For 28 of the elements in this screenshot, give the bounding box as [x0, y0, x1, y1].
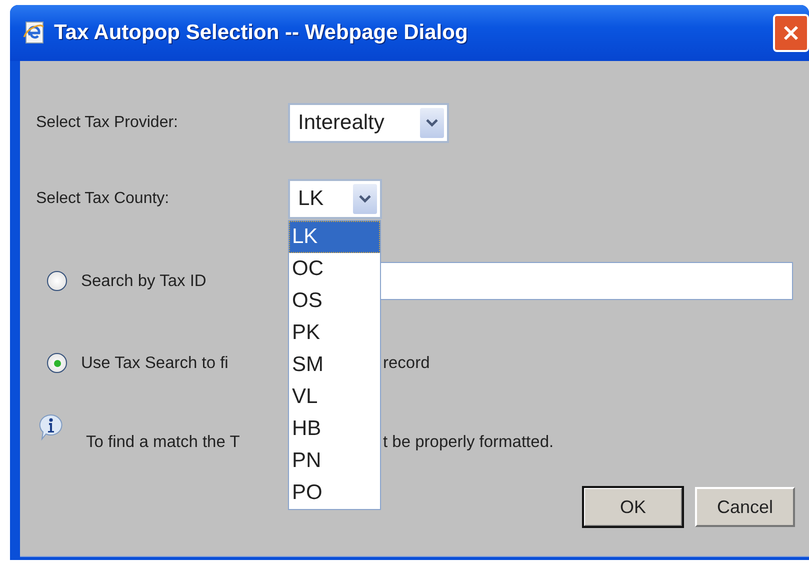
- list-item[interactable]: OS: [289, 285, 380, 317]
- county-dropdown[interactable]: LK: [288, 179, 382, 219]
- list-item[interactable]: LK: [289, 221, 380, 253]
- browser-icon: [22, 21, 46, 45]
- option-label: Use Tax Search to fi: [81, 354, 228, 372]
- caret-icon: [426, 119, 438, 127]
- list-item[interactable]: PK: [289, 317, 380, 349]
- list-item[interactable]: PN: [289, 445, 380, 477]
- radio-button[interactable]: [47, 271, 67, 291]
- list-item[interactable]: HB: [289, 413, 380, 445]
- dialog-button[interactable]: OK: [583, 487, 683, 527]
- field-label: Select Tax County:: [35, 189, 170, 209]
- list-item[interactable]: VL: [289, 381, 380, 413]
- option-label: Search by Tax ID: [81, 272, 206, 290]
- window-title: Tax Autopop Selection -- Webpage Dialog: [54, 21, 469, 45]
- dialog-button[interactable]: Cancel: [695, 487, 795, 527]
- option-label: record: [383, 354, 430, 372]
- provider-dropdown[interactable]: Interealty: [288, 103, 449, 143]
- close-button[interactable]: [773, 14, 809, 52]
- info-text: t be properly formatted.: [383, 433, 554, 452]
- caret-icon: [359, 195, 371, 203]
- list-item[interactable]: OC: [289, 253, 380, 285]
- list-item[interactable]: SM: [289, 349, 380, 381]
- info-icon: [38, 413, 64, 441]
- list-item[interactable]: PO: [289, 477, 380, 509]
- radio-button[interactable]: [47, 353, 67, 373]
- field-label: Select Tax Provider:: [35, 113, 179, 133]
- info-text: To find a match the T: [86, 433, 240, 452]
